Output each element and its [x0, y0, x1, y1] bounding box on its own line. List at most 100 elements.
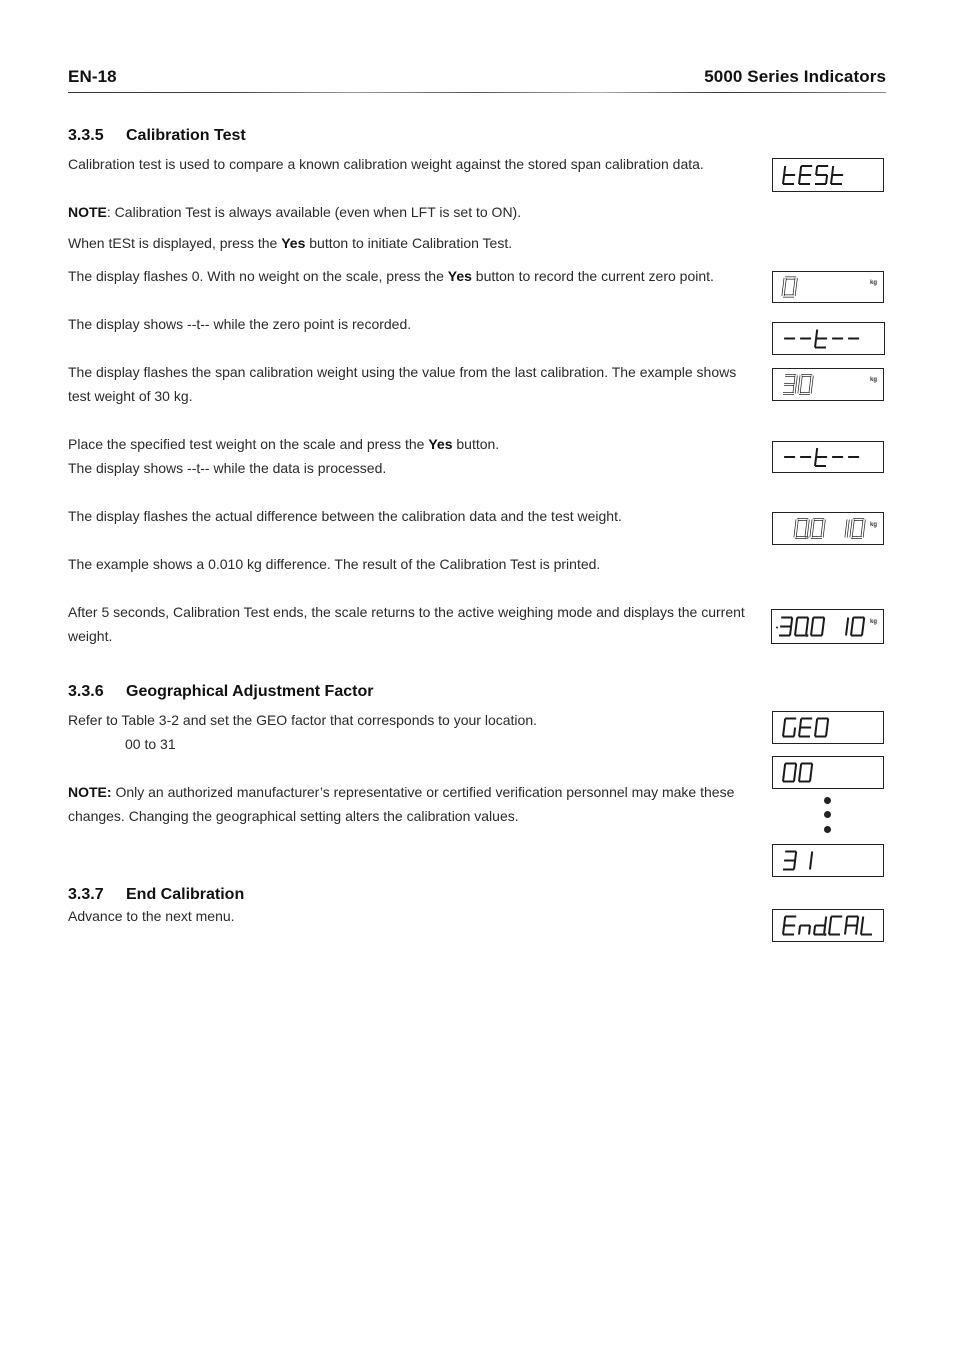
paragraph-advance: Advance to the next menu. — [68, 908, 235, 924]
section-heading-end-calibration: 3.3.7 End Calibration — [68, 886, 244, 904]
ellipsis-dot — [824, 826, 831, 833]
lcd-digit — [783, 374, 798, 395]
header-divider — [68, 92, 886, 93]
text: button to record the current zero point. — [471, 268, 714, 284]
lcd-digit — [809, 851, 814, 870]
lcd-decimal-point — [805, 633, 809, 637]
paragraph-span-weight: The display flashes the span calibration… — [68, 364, 737, 404]
lcd-display-wait — [772, 322, 885, 355]
paragraph-example: The example shows a 0.010 kg difference.… — [68, 556, 601, 572]
lcd-digit — [798, 165, 813, 185]
paragraph-processing: The display shows --t-- while the data i… — [68, 460, 387, 476]
lcd-digit — [798, 717, 813, 738]
lcd-digit — [782, 165, 796, 185]
geo-range: 00 to 31 — [125, 736, 176, 752]
yes-key-label: Yes — [447, 268, 472, 284]
lcd-digit — [798, 924, 812, 935]
lcd-digits — [783, 850, 814, 871]
lcd-digits — [781, 276, 798, 298]
section-number: 3.3.6 — [68, 683, 104, 700]
lcd-digit — [850, 616, 866, 637]
lcd-digit — [844, 915, 860, 935]
page-number: EN-18 — [68, 67, 117, 86]
paragraph-note: NOTE: Calibration Test is always availab… — [68, 200, 758, 224]
lcd-digit — [814, 329, 828, 349]
lcd-digit — [844, 519, 850, 538]
text: button to initiate Calibration Test. — [305, 235, 513, 251]
yes-key-label: Yes — [281, 235, 306, 251]
stable-indicator — [776, 626, 778, 629]
lcd-digit — [797, 374, 814, 395]
paragraph-flash-zero: The display flashes 0. With no weight on… — [68, 264, 758, 288]
lcd-display-processing — [772, 441, 884, 473]
unit-label: kg — [869, 522, 877, 528]
lcd-digit — [782, 762, 798, 783]
lcd-digit — [830, 165, 844, 185]
lcd-digits — [782, 717, 830, 738]
section-title: Calibration Test — [126, 127, 246, 144]
note-label: NOTE: — [68, 784, 112, 800]
lcd-digit — [814, 447, 828, 467]
note-label: NOTE — [68, 204, 107, 220]
lcd-display-end-cal — [772, 909, 884, 942]
lcd-digit — [781, 276, 798, 298]
unit-label: kg — [869, 280, 877, 286]
lcd-digit — [794, 616, 810, 637]
lcd-digit — [845, 617, 850, 636]
yes-key-label: Yes — [428, 436, 453, 452]
lcd-display-geo-31 — [772, 844, 884, 877]
lcd-digits — [782, 762, 814, 783]
unit-label: kg — [869, 619, 877, 625]
note-text: : Calibration Test is always available (… — [106, 204, 522, 220]
lcd-digits — [783, 374, 814, 395]
lcd-digit — [783, 850, 798, 871]
lcd-decimal-point — [823, 932, 827, 936]
lcd-digit — [782, 915, 797, 936]
lcd-digit — [782, 717, 797, 738]
lcd-digit — [793, 518, 810, 539]
ellipsis-dot — [824, 811, 831, 818]
paragraph-when-test: When tESt is displayed, press the Yes bu… — [68, 231, 758, 255]
lcd-digits — [793, 518, 866, 539]
section-title: End Calibration — [126, 886, 245, 903]
lcd-digit — [810, 616, 826, 637]
ellipsis-dot — [824, 797, 831, 804]
lcd-display-zero: kg — [772, 271, 884, 303]
lcd-digit — [814, 717, 830, 738]
lcd-digits — [782, 915, 872, 936]
lcd-display-geo-00 — [772, 756, 884, 789]
note-text: Only an authorized manufacturer’s repres… — [68, 784, 735, 824]
paragraph-refer: Refer to Table 3-2 and set the GEO facto… — [68, 712, 537, 728]
lcd-digits — [776, 616, 866, 637]
paragraph-geo-note: NOTE: Only an authorized manufacturer’s … — [68, 780, 758, 828]
document-title: 5000 Series Indicators — [704, 67, 886, 86]
section-heading-geo-factor: 3.3.6 Geographical Adjustment Factor — [68, 683, 373, 701]
lcd-digits — [782, 165, 844, 185]
lcd-digit — [815, 165, 829, 185]
section-number: 3.3.5 — [68, 127, 104, 144]
text: When tESt is displayed, press the — [68, 235, 282, 251]
lcd-digit — [828, 915, 843, 936]
lcd-digits — [784, 447, 860, 467]
lcd-digit — [809, 518, 826, 539]
section-number: 3.3.7 — [68, 886, 104, 903]
unit-label: kg — [869, 377, 877, 383]
lcd-display-test — [772, 158, 884, 192]
lcd-digit — [849, 518, 866, 539]
text: button. — [452, 436, 500, 452]
paragraph-difference: The display flashes the actual differenc… — [68, 508, 622, 524]
section-heading-calibration-test: 3.3.5 Calibration Test — [68, 127, 246, 145]
paragraph-zero-recorded: The display shows --t-- while the zero p… — [68, 316, 412, 332]
lcd-digit — [798, 762, 814, 783]
text: The display flashes 0. With no weight on… — [68, 268, 448, 284]
lcd-display-span: kg — [772, 368, 884, 401]
paragraph-intro: Calibration test is used to compare a kn… — [68, 156, 704, 172]
section-title: Geographical Adjustment Factor — [126, 683, 374, 700]
lcd-digit — [779, 616, 794, 637]
lcd-display-geo — [772, 711, 884, 744]
lcd-digit — [813, 916, 828, 936]
text: Place the specified test weight on the s… — [68, 436, 429, 452]
lcd-display-difference: kg — [772, 512, 884, 545]
lcd-display-weight: kg — [771, 609, 884, 644]
paragraph-place-weight: Place the specified test weight on the s… — [68, 432, 758, 456]
